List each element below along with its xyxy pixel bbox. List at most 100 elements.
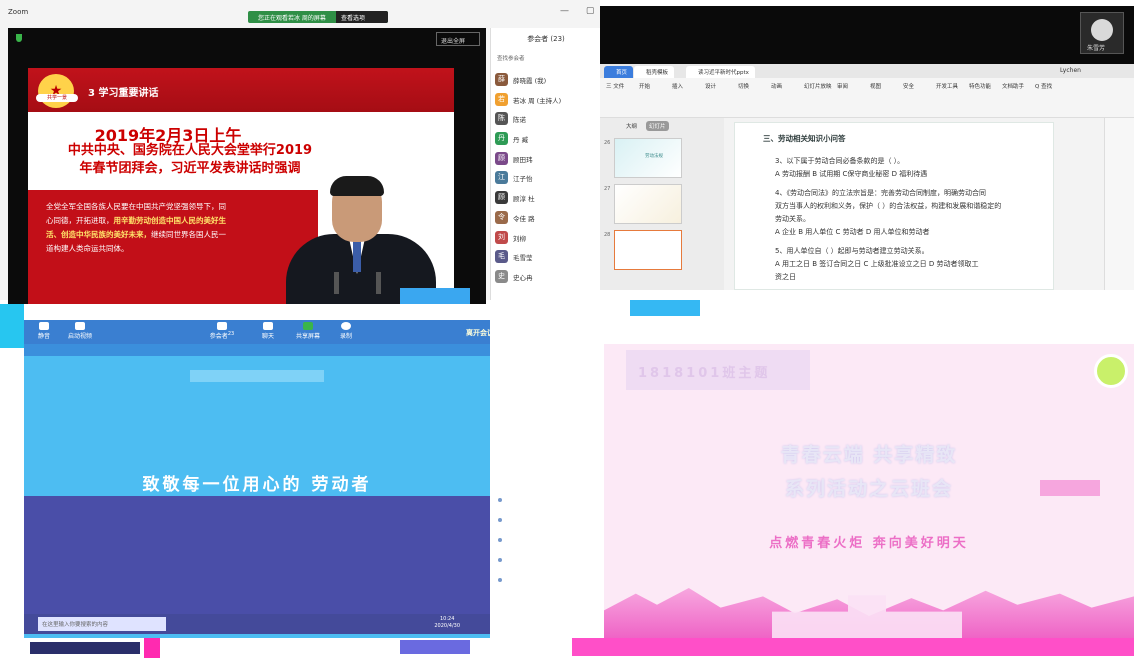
start-video-label: 启动视频 bbox=[67, 333, 92, 340]
question-text: 劳动关系。 bbox=[775, 215, 810, 223]
menu-item[interactable]: 动画 bbox=[771, 82, 782, 90]
event-slogan: 点燃青春火炬 奔向美好明天 bbox=[769, 536, 969, 551]
participant-row[interactable]: 江江子怡 bbox=[491, 168, 601, 188]
view-options-button[interactable]: 查看选项 bbox=[336, 11, 388, 23]
question-block: 3、以下属于劳动合同必备条款的是（ ）。 A 劳动报酬 B 试用期 C保守商业秘密… bbox=[775, 155, 1047, 181]
participant-row[interactable]: 陈陈诺 bbox=[491, 109, 601, 129]
menu-item[interactable]: 设计 bbox=[705, 82, 716, 90]
quote-line: 全党全军全国各族人民要在中国共产党坚强领导下，同 bbox=[46, 202, 226, 211]
participant-row[interactable]: 薛薛晓霞 (我) bbox=[491, 70, 601, 90]
clock-time: 10:24 bbox=[439, 616, 455, 622]
glitch-block bbox=[572, 638, 1134, 656]
tab-template[interactable]: 稻壳模板 bbox=[634, 66, 675, 78]
file-explorer-sidebar bbox=[492, 302, 604, 632]
menu-item[interactable]: 特色功能 bbox=[969, 82, 991, 90]
question-options: A 企业 B 用人单位 C 劳动者 D 用人单位和劳动者 bbox=[775, 228, 930, 236]
participant-row[interactable]: 顾顾田玮 bbox=[491, 149, 601, 169]
participants-button[interactable]: 参会者23 bbox=[202, 322, 242, 340]
dark-band bbox=[24, 496, 490, 624]
glitch-block bbox=[630, 300, 700, 316]
tab-document[interactable]: 读习近平新时代pptx bbox=[686, 66, 755, 78]
menu-item[interactable]: 插入 bbox=[672, 82, 683, 90]
slide-canvas[interactable]: 三、劳动相关知识小问答 3、以下属于劳动合同必备条款的是（ ）。 A 劳动报酬 B… bbox=[734, 122, 1054, 290]
menu-item[interactable]: 审阅 bbox=[837, 82, 848, 90]
quote-line: 心同德，开拓进取，用辛勤劳动创造中国人民的美好生 bbox=[46, 214, 304, 228]
participant-row[interactable]: 刘刘柳 bbox=[491, 228, 601, 248]
people-icon bbox=[217, 322, 227, 330]
record-label: 录制 bbox=[339, 333, 352, 340]
shared-desktop-blue: 致敬每一位用心的 劳动者 bbox=[24, 344, 490, 644]
side-tools-panel[interactable] bbox=[1104, 118, 1134, 290]
participants-count: 23 bbox=[227, 331, 235, 337]
balloon-icon bbox=[1094, 354, 1128, 388]
tab-home[interactable]: 首页 bbox=[604, 66, 634, 78]
participant-search-input[interactable]: 查找参会者 bbox=[497, 54, 595, 64]
caption-bar bbox=[190, 370, 324, 382]
mute-button[interactable]: 静音 bbox=[24, 322, 64, 340]
speaker-hair bbox=[330, 176, 384, 196]
banner-text: 您正在观看若冰 周的屏幕 bbox=[258, 15, 326, 22]
avatar: 史 bbox=[495, 269, 508, 283]
participant-name: 若冰 周 (主持人) bbox=[513, 96, 562, 105]
tab-outline[interactable]: 大纲 bbox=[626, 122, 637, 130]
participant-list: 薛薛晓霞 (我) 若若冰 周 (主持人) 陈陈诺丹丹 臧顾顾田玮江江子怡顾顾淳 杜令… bbox=[491, 70, 601, 287]
participant-name: 江子怡 bbox=[513, 175, 533, 184]
slide-thumbnails: 大纲 幻灯片 26 劳动法规 27 28 bbox=[600, 118, 724, 290]
avatar: 陈 bbox=[495, 112, 508, 126]
avatar: 刘 bbox=[495, 230, 508, 244]
participant-name: 顾田玮 bbox=[513, 155, 533, 164]
start-video-button[interactable]: 启动视频 bbox=[60, 322, 100, 340]
zoom-window: Zoom 您正在观看若冰 周的屏幕 查看选项 退出全屏 ★ 共学一景 3 学习重… bbox=[0, 0, 601, 304]
participant-row[interactable]: 令令佳 路 bbox=[491, 208, 601, 228]
taskbar-search-input[interactable]: 在这里输入你要搜索的内容 bbox=[38, 617, 166, 631]
participant-row[interactable]: 顾顾淳 杜 bbox=[491, 188, 601, 208]
slide-thumb-26[interactable]: 劳动法规 bbox=[614, 138, 682, 178]
chat-button[interactable]: 聊天 bbox=[248, 322, 288, 340]
address-strip bbox=[24, 344, 490, 356]
menu-item[interactable]: 安全 bbox=[903, 82, 914, 90]
menu-item[interactable]: 视图 bbox=[870, 82, 881, 90]
meeting-toolbar: 静音 启动视频 参会者23 聊天 共享屏幕 录制 离开会议 bbox=[24, 320, 500, 344]
slide-thumb-28[interactable] bbox=[614, 230, 682, 270]
menu-item[interactable]: 开始 bbox=[639, 82, 650, 90]
avatar: 毛 bbox=[495, 250, 508, 264]
avatar: 薛 bbox=[495, 73, 508, 86]
slide-thumb-27[interactable] bbox=[614, 184, 682, 224]
menu-item[interactable]: 切换 bbox=[738, 82, 749, 90]
menu-item[interactable]: 幻灯片放映 bbox=[804, 82, 832, 90]
participant-row[interactable]: 丹丹 臧 bbox=[491, 129, 601, 149]
participant-row[interactable]: 毛毛雪莹 bbox=[491, 247, 601, 267]
mini-taskbar bbox=[30, 642, 140, 654]
taskbar-clock: 10:24 2020/4/30 bbox=[434, 616, 460, 630]
participant-name: 陈诺 bbox=[513, 116, 526, 125]
clock-date: 2020/4/30 bbox=[434, 623, 460, 629]
chat-icon bbox=[263, 322, 273, 330]
record-button[interactable]: 录制 bbox=[326, 322, 366, 340]
menu-item[interactable]: 三 文件 bbox=[606, 82, 624, 90]
video-strip bbox=[600, 6, 1134, 64]
user-name[interactable]: Lychen bbox=[1060, 67, 1081, 74]
tab-slides[interactable]: 幻灯片 bbox=[646, 121, 669, 131]
menu-item[interactable]: 开发工具 bbox=[936, 82, 958, 90]
menu-item[interactable]: Q 查找 bbox=[1035, 82, 1052, 90]
folder-icon bbox=[498, 538, 502, 542]
avatar: 丹 bbox=[495, 132, 508, 146]
participant-row[interactable]: 史史心冉 bbox=[491, 267, 601, 287]
quote-part: 继续同世界各国人民一 bbox=[151, 230, 226, 239]
thumb-number: 26 bbox=[604, 140, 611, 146]
avatar: 顾 bbox=[495, 191, 508, 205]
exit-fullscreen-button[interactable]: 退出全屏 bbox=[436, 32, 480, 46]
windows-taskbar: 在这里输入你要搜索的内容 10:24 2020/4/30 bbox=[24, 614, 490, 634]
menu-item[interactable]: 文档助手 bbox=[1002, 82, 1024, 90]
microphone-icon bbox=[39, 322, 49, 330]
question-block: 5、用人单位自（ ）起即与劳动者建立劳动关系。 A 用工之日 B 签订合同之日 C… bbox=[775, 245, 1047, 284]
share-screen-button[interactable]: 共享屏幕 bbox=[288, 322, 328, 340]
quote-text: 全党全军全国各族人民要在中国共产党坚强领导下，同 心同德，开拓进取，用辛勤劳动创… bbox=[46, 200, 304, 256]
question-title: 三、劳动相关知识小问答 bbox=[763, 134, 846, 143]
participant-name: 令佳 路 bbox=[513, 214, 535, 223]
glitch-block bbox=[144, 638, 160, 658]
participant-row[interactable]: 若若冰 周 (主持人) bbox=[491, 90, 601, 110]
question-block: 4、《劳动合同法》的立法宗旨是：完善劳动合同制度，明确劳动合同 双方当事人的权利和… bbox=[775, 187, 1047, 239]
quote-box: 全党全军全国各族人民要在中国共产党坚强领导下，同 心同德，开拓进取，用辛勤劳动创… bbox=[28, 190, 318, 304]
participant-name: 丹 臧 bbox=[513, 136, 529, 145]
